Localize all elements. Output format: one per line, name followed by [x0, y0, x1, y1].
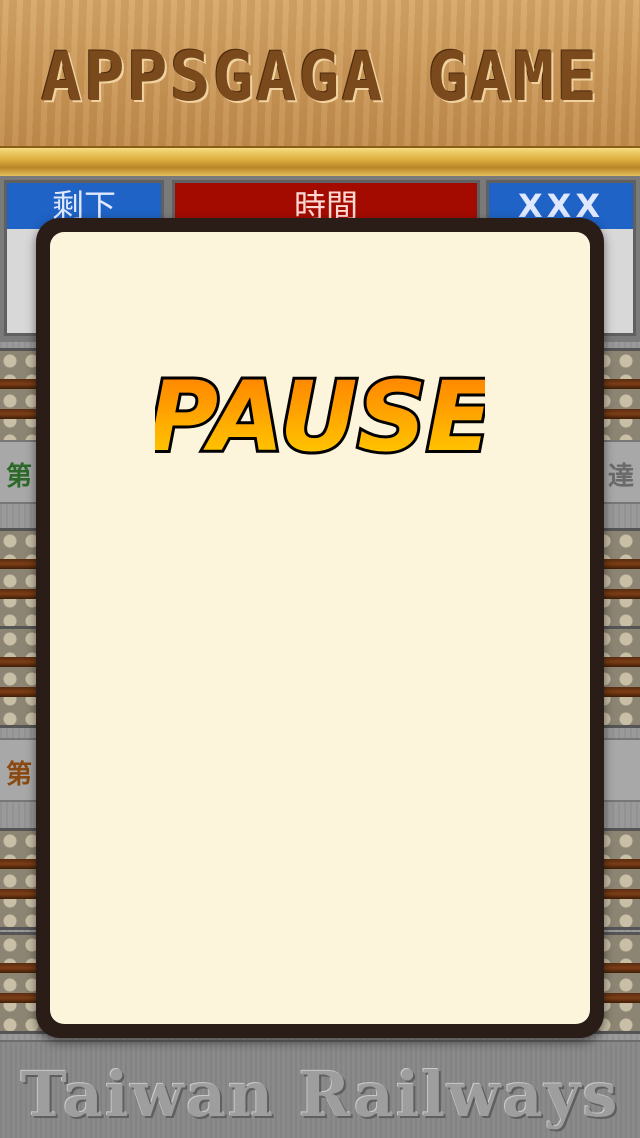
pause-dialog[interactable]: PAUSE	[36, 218, 604, 1038]
station-label-left: 第	[6, 760, 33, 790]
game-header: APPSGAGA GAME	[0, 0, 640, 146]
header-divider	[0, 146, 640, 178]
pause-title-wrap: PAUSE	[50, 362, 590, 472]
station-label-left: 第	[6, 462, 33, 492]
station-label-right: 達	[607, 462, 634, 492]
pause-title-graphic: PAUSE	[155, 362, 485, 472]
pause-dialog-body: PAUSE	[50, 232, 590, 1024]
game-footer: Taiwan Railways	[0, 1040, 640, 1138]
footer-title: Taiwan Railways	[20, 1058, 620, 1131]
pause-title: PAUSE	[155, 362, 485, 472]
game-title: APPSGAGA GAME	[40, 38, 600, 117]
